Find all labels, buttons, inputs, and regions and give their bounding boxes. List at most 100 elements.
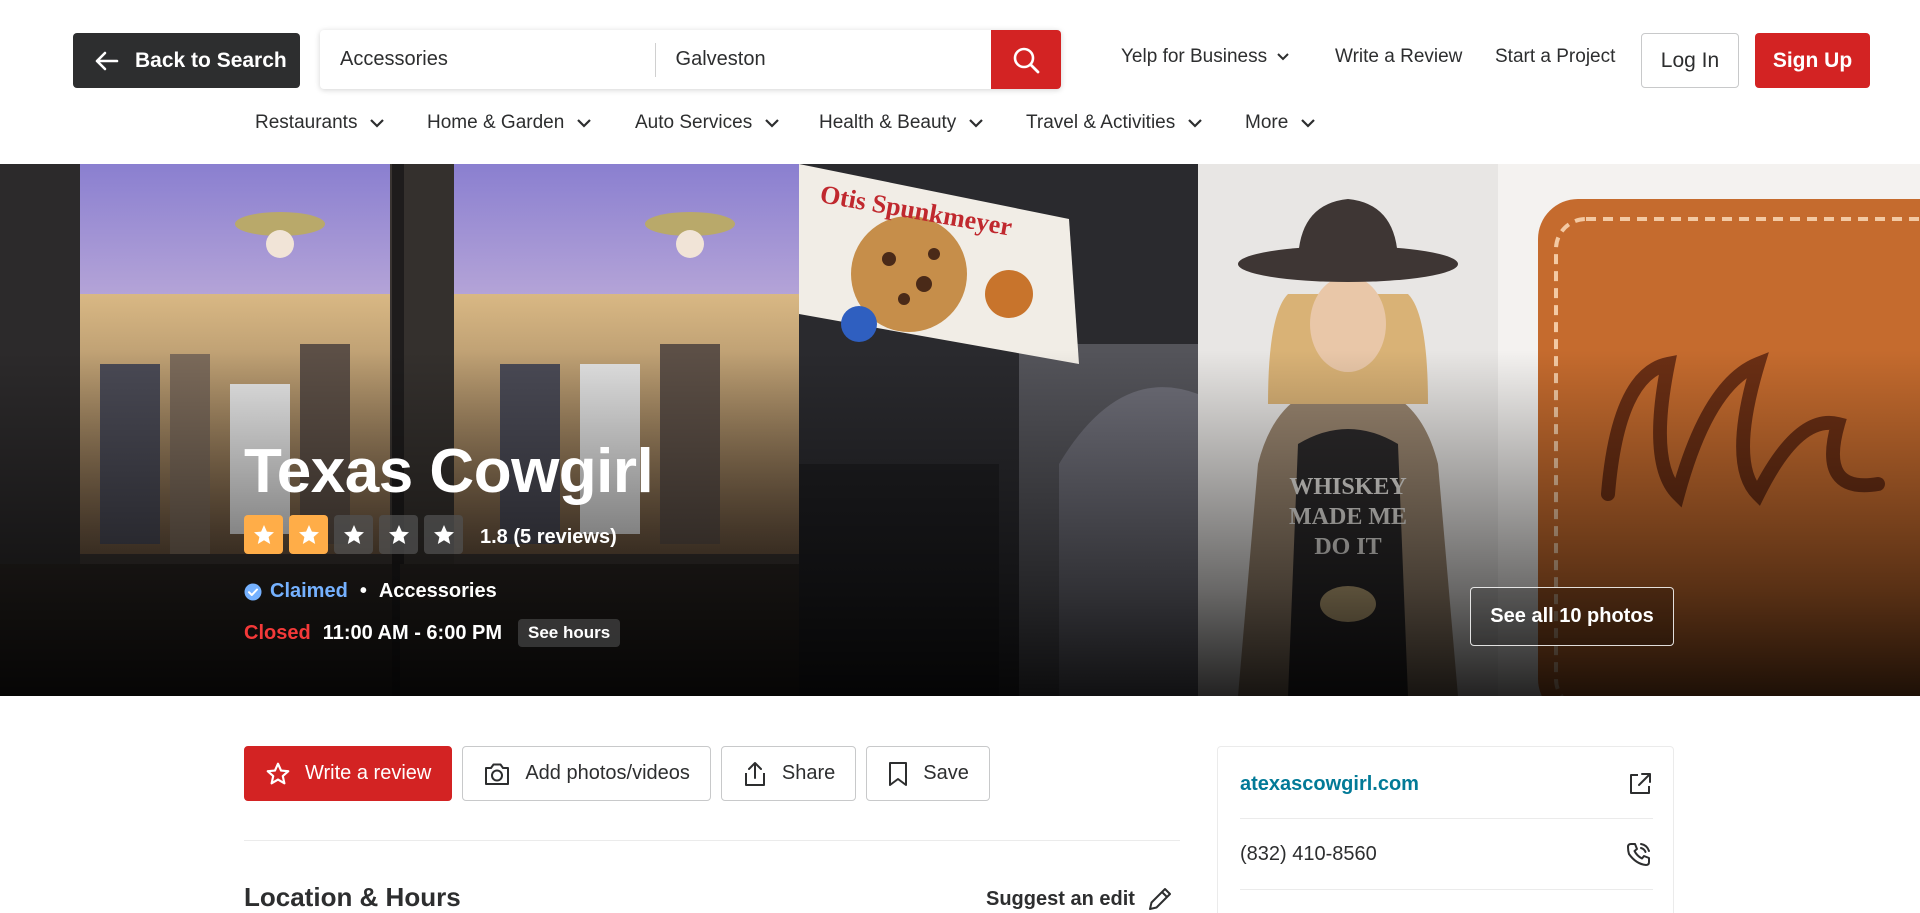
- arrow-left-icon: [95, 51, 119, 70]
- photo-cookie-sign[interactable]: Otis Spunkmeyer: [799, 164, 1198, 696]
- category-label: Travel & Activities: [1026, 112, 1176, 133]
- add-photos-label: Add photos/videos: [525, 762, 690, 784]
- see-all-photos-label: See all 10 photos: [1490, 605, 1654, 627]
- chevron-down-icon: [765, 119, 780, 128]
- log-in-label: Log In: [1660, 48, 1720, 72]
- claimed-row: Claimed • Accessories: [244, 580, 497, 603]
- search-what-field: [320, 30, 655, 89]
- business-category-link[interactable]: Accessories: [379, 580, 497, 603]
- see-all-photos-button[interactable]: See all 10 photos: [1470, 587, 1674, 646]
- verified-check-icon: [244, 583, 262, 600]
- search-where-field: [655, 30, 992, 89]
- category-travel-activities[interactable]: Travel & Activities: [1026, 112, 1203, 134]
- write-a-review-link[interactable]: Write a Review: [1335, 46, 1462, 68]
- website-row[interactable]: atexascowgirl.com: [1240, 767, 1653, 801]
- store-interior-image: [0, 164, 799, 696]
- add-photos-button[interactable]: Add photos/videos: [462, 746, 711, 801]
- category-home-garden[interactable]: Home & Garden: [427, 112, 592, 134]
- save-button[interactable]: Save: [866, 746, 990, 801]
- star-rating: [244, 515, 463, 554]
- search-what-input[interactable]: [320, 48, 655, 71]
- rating-summary[interactable]: 1.8 (5 reviews): [480, 526, 617, 549]
- category-label: Home & Garden: [427, 112, 565, 133]
- chevron-down-icon: [969, 119, 984, 128]
- phone-number: (832) 410-8560: [1240, 842, 1377, 865]
- photo-header: Otis Spunkmeyer WHISKEY MADE ME DO IT Te…: [0, 164, 1920, 696]
- shirt-text-line1: WHISKEY: [1289, 474, 1406, 500]
- cookie-sign-image: Otis Spunkmeyer: [799, 164, 1198, 696]
- star-icon: [253, 524, 274, 544]
- category-label: Health & Beauty: [819, 112, 957, 133]
- star-4: [379, 515, 418, 554]
- see-hours-button[interactable]: See hours: [518, 619, 621, 647]
- share-label: Share: [781, 762, 836, 784]
- phone-icon: [1627, 843, 1650, 866]
- section-divider: [244, 840, 1180, 841]
- star-5: [424, 515, 463, 554]
- chevron-down-icon: [1277, 53, 1289, 61]
- hours-text: 11:00 AM - 6:00 PM: [322, 621, 503, 644]
- search-submit-button[interactable]: [991, 30, 1061, 89]
- chevron-down-icon: [370, 119, 385, 128]
- save-label: Save: [923, 762, 969, 784]
- search-bar: [320, 30, 1061, 89]
- phone-row[interactable]: (832) 410-8560: [1240, 837, 1653, 871]
- share-icon: [744, 761, 765, 786]
- share-button[interactable]: Share: [720, 746, 857, 801]
- sign-up-button[interactable]: Sign Up: [1755, 33, 1870, 88]
- pencil-icon: [1148, 888, 1171, 910]
- star-icon: [343, 524, 364, 544]
- header: Back to Search Yelp for Business Write a…: [0, 0, 1920, 164]
- claimed-label[interactable]: Claimed: [270, 580, 348, 603]
- business-info-card: atexascowgirl.com (832) 410-8560: [1217, 746, 1674, 913]
- separator-dot: •: [359, 580, 367, 602]
- chevron-down-icon: [1301, 119, 1316, 128]
- star-icon: [388, 524, 409, 544]
- model-image: WHISKEY MADE ME DO IT: [1198, 164, 1498, 696]
- open-status: Closed: [244, 621, 311, 644]
- search-where-input[interactable]: [655, 48, 992, 71]
- category-label: Auto Services: [635, 112, 753, 133]
- suggest-edit-button[interactable]: Suggest an edit: [986, 884, 1175, 913]
- back-to-search-label: Back to Search: [135, 48, 287, 72]
- sign-up-label: Sign Up: [1772, 48, 1853, 72]
- shirt-text-line2: MADE ME: [1289, 504, 1407, 530]
- star-outline-icon: [266, 762, 290, 784]
- log-in-button[interactable]: Log In: [1641, 33, 1739, 88]
- write-review-button[interactable]: Write a review: [244, 746, 453, 801]
- chevron-down-icon: [1188, 119, 1203, 128]
- star-icon: [298, 524, 319, 544]
- start-a-project-link[interactable]: Start a Project: [1495, 46, 1615, 68]
- bookmark-icon: [889, 761, 908, 786]
- star-2: [289, 515, 328, 554]
- business-name: Texas Cowgirl: [244, 437, 654, 506]
- category-more[interactable]: More: [1245, 112, 1316, 134]
- yelp-for-business-label: Yelp for Business: [1121, 46, 1268, 67]
- suggest-edit-label: Suggest an edit: [986, 887, 1135, 910]
- hours-row: Closed 11:00 AM - 6:00 PM See hours: [244, 619, 621, 647]
- action-bar: Write a review Add photos/videos Share S…: [244, 746, 990, 801]
- card-divider: [1240, 889, 1653, 890]
- category-auto-services[interactable]: Auto Services: [635, 112, 780, 134]
- chevron-down-icon: [577, 119, 592, 128]
- category-restaurants[interactable]: Restaurants: [255, 112, 385, 134]
- write-a-review-label: Write a Review: [1335, 46, 1463, 67]
- star-icon: [433, 524, 454, 544]
- external-link-icon: [1630, 773, 1651, 794]
- card-divider: [1240, 818, 1653, 819]
- shirt-text-line3: DO IT: [1314, 534, 1381, 560]
- photo-store-interior[interactable]: [0, 164, 799, 696]
- write-review-label: Write a review: [305, 762, 432, 784]
- search-icon: [1013, 47, 1040, 73]
- camera-icon: [485, 763, 510, 785]
- website-link[interactable]: atexascowgirl.com: [1240, 773, 1419, 796]
- category-label: More: [1245, 112, 1289, 133]
- back-to-search-button[interactable]: Back to Search: [73, 33, 300, 88]
- star-1: [244, 515, 283, 554]
- photo-model-hat[interactable]: WHISKEY MADE ME DO IT: [1198, 164, 1498, 696]
- yelp-for-business-menu[interactable]: Yelp for Business: [1121, 46, 1289, 68]
- start-a-project-label: Start a Project: [1495, 46, 1616, 67]
- category-label: Restaurants: [255, 112, 358, 133]
- category-health-beauty[interactable]: Health & Beauty: [819, 112, 984, 134]
- star-3: [334, 515, 373, 554]
